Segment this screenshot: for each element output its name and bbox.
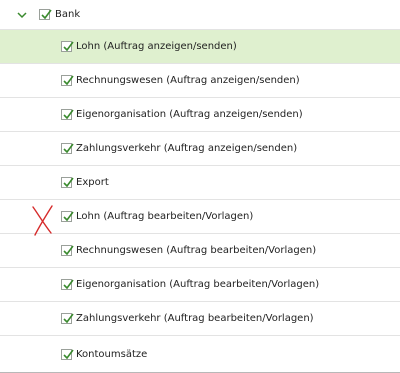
checkbox[interactable] [61, 143, 74, 154]
permission-tree: Bank Lohn (Auftrag anzeigen/senden) Rech… [0, 0, 400, 373]
tree-node-eigenorganisation-bearbeiten[interactable]: Eigenorganisation (Auftrag bearbeiten/Vo… [0, 268, 400, 302]
tree-node-label: Lohn (Auftrag bearbeiten/Vorlagen) [76, 211, 254, 222]
checkmark-icon [63, 211, 74, 222]
tree-node-rechnungswesen-anzeigen[interactable]: Rechnungswesen (Auftrag anzeigen/senden) [0, 64, 400, 98]
chevron-down-icon[interactable] [16, 9, 28, 21]
tree-node-lohn-bearbeiten[interactable]: Lohn (Auftrag bearbeiten/Vorlagen) [0, 200, 400, 234]
checkmark-icon [63, 75, 74, 86]
checkbox[interactable] [61, 245, 74, 256]
checkbox[interactable] [61, 211, 74, 222]
tree-node-rechnungswesen-bearbeiten[interactable]: Rechnungswesen (Auftrag bearbeiten/Vorla… [0, 234, 400, 268]
checkmark-icon [63, 245, 74, 256]
tree-node-label: Rechnungswesen (Auftrag anzeigen/senden) [76, 75, 300, 86]
checkbox[interactable] [61, 41, 74, 52]
checkmark-icon [41, 9, 52, 20]
tree-node-label: Rechnungswesen (Auftrag bearbeiten/Vorla… [76, 245, 317, 256]
checkmark-icon [63, 177, 74, 188]
tree-node-zahlungsverkehr-bearbeiten[interactable]: Zahlungsverkehr (Auftrag bearbeiten/Vorl… [0, 302, 400, 336]
checkmark-icon [63, 349, 74, 359]
checkbox[interactable] [61, 177, 74, 188]
tree-node-label: Zahlungsverkehr (Auftrag anzeigen/senden… [76, 143, 298, 154]
tree-node-lohn-anzeigen[interactable]: Lohn (Auftrag anzeigen/senden) [0, 30, 400, 64]
tree-node-label: Zahlungsverkehr (Auftrag bearbeiten/Vorl… [76, 313, 314, 324]
tree-node-label: Kontoumsätze [76, 348, 148, 360]
checkbox[interactable] [61, 279, 74, 290]
checkmark-icon [63, 109, 74, 120]
tree-node-label: Lohn (Auftrag anzeigen/senden) [76, 41, 237, 52]
tree-node-label: Bank [55, 9, 81, 20]
checkbox[interactable] [61, 109, 74, 120]
checkmark-icon [63, 313, 74, 324]
checkbox-bank[interactable] [39, 9, 52, 20]
red-x-mark [32, 205, 53, 236]
checkmark-icon [63, 279, 74, 290]
tree-node-zahlungsverkehr-anzeigen[interactable]: Zahlungsverkehr (Auftrag anzeigen/senden… [0, 132, 400, 166]
tree-node-label: Eigenorganisation (Auftrag bearbeiten/Vo… [76, 279, 320, 290]
tree-node-label: Export [76, 177, 109, 188]
tree-node-export[interactable]: Export [0, 166, 400, 200]
tree-node-label: Eigenorganisation (Auftrag anzeigen/send… [76, 109, 303, 120]
tree-node-bank[interactable]: Bank [0, 0, 400, 30]
checkbox[interactable] [61, 313, 74, 324]
checkbox[interactable] [61, 348, 74, 360]
checkmark-icon [63, 143, 74, 154]
tree-node-eigenorganisation-anzeigen[interactable]: Eigenorganisation (Auftrag anzeigen/send… [0, 98, 400, 132]
checkmark-icon [63, 41, 74, 52]
tree-node-kontoumsaetze[interactable]: Kontoumsätze [0, 336, 400, 373]
checkbox[interactable] [61, 75, 74, 86]
